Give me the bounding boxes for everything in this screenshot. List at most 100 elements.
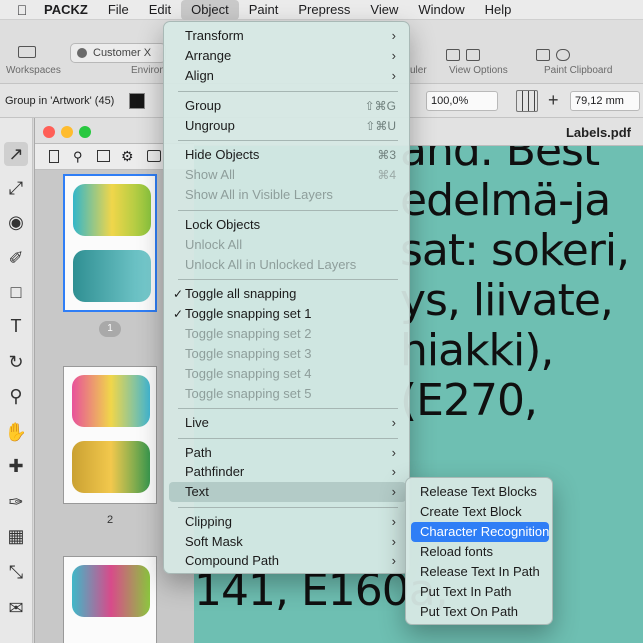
menu-item-toggle-snapping-set-1[interactable]: ✓ Toggle snapping set 1 — [169, 304, 406, 324]
checkmark-icon: ✓ — [173, 287, 184, 301]
menu-item-label: Lock Objects — [185, 217, 261, 232]
rectangle-tool-icon[interactable]: □ — [4, 280, 28, 304]
menu-item-pathfinder[interactable]: Pathfinder › — [169, 462, 406, 482]
zoom-window-button[interactable] — [79, 126, 91, 138]
menu-item-transform[interactable]: Transform › — [169, 26, 406, 46]
eye-tool-icon[interactable]: ◉ — [4, 210, 28, 234]
apple-menu-icon[interactable]:  — [10, 2, 34, 18]
chevron-right-icon: › — [391, 534, 396, 549]
menu-item-toggle-all-snapping[interactable]: ✓ Toggle all snapping — [169, 284, 406, 304]
menu-item-compound-path[interactable]: Compound Path › — [169, 551, 406, 571]
zoom-tool-icon[interactable]: ⚲ — [4, 384, 28, 408]
menu-item-toggle-snapping-set-5: Toggle snapping set 5 — [169, 384, 406, 404]
eye-icon — [556, 49, 570, 61]
paint-clipboard-button[interactable] — [530, 45, 620, 65]
width-field[interactable]: 79,12 mm — [570, 91, 640, 111]
ruler-tool-icon[interactable]: ▦ — [4, 524, 28, 548]
measure-tool-icon[interactable]: ✚ — [4, 454, 28, 478]
menu-help[interactable]: Help — [475, 0, 522, 20]
menubar:  PACKZ File Edit Object Paint Prepress … — [0, 0, 643, 20]
menu-item-group[interactable]: Group ⇧⌘G — [169, 96, 406, 116]
layers-icon[interactable] — [97, 150, 110, 162]
paint-clipboard-icon — [536, 49, 550, 61]
view-options-button[interactable] — [440, 45, 502, 65]
menu-file[interactable]: File — [98, 0, 139, 20]
comments-icon[interactable] — [147, 150, 161, 162]
search-icon[interactable]: ⚲ — [73, 149, 83, 165]
menu-item-label: Toggle snapping set 5 — [185, 386, 312, 401]
page-badge-1: 1 — [99, 321, 121, 337]
page-thumbnail-3[interactable] — [63, 556, 157, 643]
checkmark-icon: ✓ — [173, 307, 184, 321]
hand-tool-icon[interactable]: ✋ — [4, 420, 28, 444]
page-thumbnail-1[interactable] — [63, 174, 157, 312]
view-options-icon — [446, 49, 460, 61]
menu-item-label: Pathfinder — [185, 464, 245, 479]
selection-label: Group in 'Artwork' (45) — [5, 95, 115, 107]
doc-text-line-1: and. Best — [400, 146, 600, 176]
menu-item-hide-objects[interactable]: Hide Objects ⌘3 — [169, 145, 406, 165]
doc-text-line-6: (E270, — [400, 375, 538, 426]
menu-item-ungroup[interactable]: Ungroup ⇧⌘U — [169, 116, 406, 136]
menu-window[interactable]: Window — [408, 0, 474, 20]
comment-tool-icon[interactable]: ✉ — [4, 596, 28, 620]
chevron-right-icon: › — [391, 68, 396, 83]
menu-item-path[interactable]: Path › — [169, 443, 406, 463]
page1-label-bottom-art — [73, 250, 151, 302]
menu-item-text[interactable]: Text › — [169, 482, 406, 502]
dimension-tool-icon[interactable]: ⤡ — [4, 560, 28, 584]
submenu-item-release-text-in-path[interactable]: Release Text In Path — [411, 562, 549, 582]
shortcut-label: ⇧⌘G — [364, 99, 396, 113]
customer-button[interactable]: Customer X — [70, 43, 166, 63]
menu-app-packz[interactable]: PACKZ — [34, 0, 98, 20]
workspaces-button[interactable] — [12, 42, 46, 62]
fill-swatch[interactable] — [129, 93, 145, 109]
menu-item-label: Arrange — [185, 48, 232, 63]
shortcut-label: ⇧⌘U — [365, 119, 396, 133]
menu-paint[interactable]: Paint — [239, 0, 289, 20]
submenu-item-put-text-on-path[interactable]: Put Text On Path — [411, 602, 549, 622]
menu-item-soft-mask[interactable]: Soft Mask › — [169, 532, 406, 552]
gear-icon[interactable]: ⚙ — [121, 148, 134, 165]
submenu-item-put-text-in-path[interactable]: Put Text In Path — [411, 582, 549, 602]
menu-item-arrange[interactable]: Arrange › — [169, 46, 406, 66]
eyedropper-tool-icon[interactable]: ✑ — [4, 490, 28, 514]
menu-item-label: Soft Mask — [185, 534, 243, 549]
customer-icon — [77, 48, 87, 58]
rotate-tool-icon[interactable]: ↻ — [4, 350, 28, 374]
menu-item-label: Clipping — [185, 514, 232, 529]
minimize-window-button[interactable] — [61, 126, 73, 138]
submenu-item-character-recognition[interactable]: Character Recognition — [411, 522, 549, 542]
menu-item-align[interactable]: Align › — [169, 66, 406, 86]
menu-item-clipping[interactable]: Clipping › — [169, 512, 406, 532]
menu-separator — [178, 91, 398, 92]
menu-item-label: Compound Path — [185, 553, 279, 568]
menu-item-unlock-all-unlocked-layers: Unlock All in Unlocked Layers — [169, 255, 406, 275]
menu-item-live[interactable]: Live › — [169, 413, 406, 433]
chevron-right-icon: › — [391, 464, 396, 479]
menu-item-label: Toggle snapping set 4 — [185, 366, 312, 381]
position-crosshair-icon: + — [548, 90, 559, 110]
reference-point-icon[interactable] — [516, 90, 538, 112]
shortcut-label: ⌘4 — [377, 168, 396, 182]
menu-object[interactable]: Object — [181, 0, 239, 20]
paint-clipboard-label: Paint Clipboard — [544, 65, 613, 76]
doc-text-line-3: sat: sokeri, — [400, 225, 630, 276]
pen-tool-icon[interactable]: ✐ — [4, 246, 28, 270]
submenu-item-reload-fonts[interactable]: Reload fonts — [411, 542, 549, 562]
submenu-item-create-text-block[interactable]: Create Text Block — [411, 502, 549, 522]
menu-item-label: Align — [185, 68, 214, 83]
page-thumbnail-2[interactable] — [63, 366, 157, 504]
text-tool-icon[interactable]: T — [4, 314, 28, 338]
menu-item-label: Unlock All — [185, 237, 243, 252]
menu-prepress[interactable]: Prepress — [288, 0, 360, 20]
submenu-item-release-text-blocks[interactable]: Release Text Blocks — [411, 482, 549, 502]
select-tool-icon[interactable]: ↗ — [4, 142, 28, 166]
menu-view[interactable]: View — [360, 0, 408, 20]
transform-tool-icon[interactable]: ⤢ — [4, 176, 28, 200]
scale-field[interactable]: 100,0% — [426, 91, 498, 111]
close-window-button[interactable] — [43, 126, 55, 138]
pages-tab-icon[interactable] — [49, 150, 59, 163]
menu-edit[interactable]: Edit — [139, 0, 181, 20]
menu-item-lock-objects[interactable]: Lock Objects — [169, 215, 406, 235]
